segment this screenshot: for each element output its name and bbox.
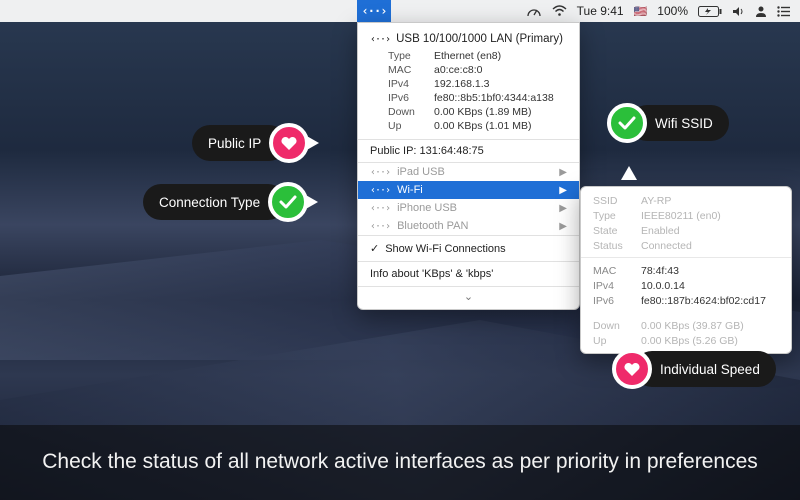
network-icon: ‹··› bbox=[370, 167, 390, 178]
network-monitor-menubar-icon[interactable]: ‹··› bbox=[357, 0, 391, 22]
desktop: ‹··› Tue 9:41 🇺🇸 100% bbox=[0, 0, 800, 500]
ethernet-icon: ‹··› bbox=[370, 34, 390, 45]
battery-icon[interactable] bbox=[698, 6, 722, 17]
detail-key: MAC bbox=[388, 64, 434, 76]
menubar-right: Tue 9:41 🇺🇸 100% bbox=[526, 4, 800, 18]
primary-interface-title: USB 10/100/1000 LAN (Primary) bbox=[396, 33, 563, 45]
detail-value: 0.00 KBps (1.89 MB) bbox=[434, 106, 567, 118]
interface-label: iPhone USB bbox=[397, 202, 457, 214]
detail-value: Ethernet (en8) bbox=[434, 50, 567, 62]
wifi-detail-row: TypeIEEE80211 (en0) bbox=[581, 208, 791, 223]
callout-connection-type: Connection Type bbox=[143, 184, 318, 220]
wifi-detail-row: StatusConnected bbox=[581, 238, 791, 253]
detail-value: 0.00 KBps (39.87 GB) bbox=[641, 320, 744, 332]
promo-caption: Check the status of all network active i… bbox=[0, 425, 800, 500]
detail-key: Type bbox=[593, 210, 641, 222]
wifi-detail-row: Down0.00 KBps (39.87 GB) bbox=[581, 318, 791, 333]
detail-key: State bbox=[593, 225, 641, 237]
detail-key: IPv6 bbox=[593, 295, 641, 307]
info-kbps-item[interactable]: Info about 'KBps' & 'kbps' bbox=[358, 262, 579, 286]
volume-icon[interactable] bbox=[732, 6, 745, 17]
detail-value: 0.00 KBps (1.01 MB) bbox=[434, 120, 567, 132]
interface-detail-row: TypeEthernet (en8) bbox=[358, 49, 579, 63]
keyboard-flag-icon[interactable]: 🇺🇸 bbox=[634, 5, 648, 18]
interface-item-wi-fi[interactable]: ‹··› Wi-Fi ▶ bbox=[358, 181, 579, 199]
detail-value: fe80::8b5:1bf0:4344:a138 bbox=[434, 92, 567, 104]
callout-public-ip: Public IP bbox=[192, 125, 319, 161]
interface-item-ipad-usb[interactable]: ‹··› iPad USB ▶ bbox=[358, 163, 579, 181]
detail-value: a0:ce:c8:0 bbox=[434, 64, 567, 76]
wifi-detail-row: StateEnabled bbox=[581, 223, 791, 238]
interface-detail-row: Down0.00 KBps (1.89 MB) bbox=[358, 105, 579, 119]
wifi-detail-row: IPv410.0.0.14 bbox=[581, 278, 791, 293]
network-icon: ‹··› bbox=[370, 185, 390, 196]
interface-detail-row: Up0.00 KBps (1.01 MB) bbox=[358, 119, 579, 133]
menubar: ‹··› Tue 9:41 🇺🇸 100% bbox=[0, 0, 800, 22]
heart-badge-icon bbox=[612, 349, 652, 389]
chevron-right-icon: ▶ bbox=[559, 203, 567, 214]
detail-key: IPv4 bbox=[593, 280, 641, 292]
battery-percent: 100% bbox=[657, 4, 688, 18]
chevron-right-icon: ▶ bbox=[559, 167, 567, 178]
public-ip-row[interactable]: Public IP: 131:64:48:75 bbox=[358, 140, 579, 162]
expand-menu-button[interactable]: ⌄ bbox=[358, 287, 579, 309]
heart-badge-icon bbox=[269, 123, 309, 163]
interface-detail-row: IPv4192.168.1.3 bbox=[358, 77, 579, 91]
callout-wifi-ssid: Wifi SSID bbox=[607, 105, 729, 141]
network-dropdown-menu: ‹··› USB 10/100/1000 LAN (Primary) TypeE… bbox=[357, 22, 580, 310]
wifi-detail-row: MAC78:4f:43 bbox=[581, 263, 791, 278]
detail-value: 10.0.0.14 bbox=[641, 280, 685, 292]
interface-item-iphone-usb[interactable]: ‹··› iPhone USB ▶ bbox=[358, 199, 579, 217]
detail-value: 0.00 KBps (5.26 GB) bbox=[641, 335, 738, 347]
detail-key: Up bbox=[388, 120, 434, 132]
check-badge-icon bbox=[607, 103, 647, 143]
callout-label: Connection Type bbox=[143, 184, 286, 220]
primary-interface-section: ‹··› USB 10/100/1000 LAN (Primary) TypeE… bbox=[358, 23, 579, 139]
detail-key: SSID bbox=[593, 195, 641, 207]
wifi-detail-row: Up0.00 KBps (5.26 GB) bbox=[581, 333, 791, 348]
detail-value: Enabled bbox=[641, 225, 680, 237]
detail-key: IPv6 bbox=[388, 92, 434, 104]
detail-key: IPv4 bbox=[388, 78, 434, 90]
chevron-right-icon: ▶ bbox=[559, 185, 567, 196]
primary-interface-header[interactable]: ‹··› USB 10/100/1000 LAN (Primary) bbox=[358, 29, 579, 49]
wifi-icon[interactable] bbox=[552, 5, 567, 17]
detail-value: Connected bbox=[641, 240, 692, 252]
list-icon[interactable] bbox=[777, 6, 790, 17]
detail-value: fe80::187b:4624:bf02:cd17 bbox=[641, 295, 766, 307]
interface-label: Wi-Fi bbox=[397, 184, 423, 196]
chevron-down-icon: ⌄ bbox=[464, 291, 473, 303]
wifi-detail-row: IPv6fe80::187b:4624:bf02:cd17 bbox=[581, 293, 791, 308]
wifi-detail-row: SSIDAY-RP bbox=[581, 193, 791, 208]
interface-label: iPad USB bbox=[397, 166, 445, 178]
interface-detail-row: IPv6fe80::8b5:1bf0:4344:a138 bbox=[358, 91, 579, 105]
network-icon: ‹··› bbox=[370, 203, 390, 214]
menubar-clock[interactable]: Tue 9:41 bbox=[577, 4, 624, 18]
detail-key: Up bbox=[593, 335, 641, 347]
speedometer-icon[interactable] bbox=[526, 5, 542, 17]
detail-key: Type bbox=[388, 50, 434, 62]
callout-individual-speed: Individual Speed bbox=[612, 351, 776, 387]
detail-value: 78:4f:43 bbox=[641, 265, 679, 277]
detail-value: AY-RP bbox=[641, 195, 671, 207]
detail-key: Down bbox=[388, 106, 434, 118]
detail-key: Status bbox=[593, 240, 641, 252]
interface-detail-row: MACa0:ce:c8:0 bbox=[358, 63, 579, 77]
callout-label: Individual Speed bbox=[634, 351, 776, 387]
user-icon[interactable] bbox=[755, 5, 767, 17]
detail-value: IEEE80211 (en0) bbox=[641, 210, 721, 222]
detail-key: MAC bbox=[593, 265, 641, 277]
callout-pointer-up-icon bbox=[626, 319, 642, 333]
show-wifi-connections-item[interactable]: Show Wi-Fi Connections bbox=[358, 236, 579, 261]
callout-pointer-down-icon bbox=[621, 166, 637, 180]
check-badge-icon bbox=[268, 182, 308, 222]
wifi-detail-submenu: SSIDAY-RPTypeIEEE80211 (en0)StateEnabled… bbox=[580, 186, 792, 354]
chevron-right-icon: ▶ bbox=[559, 221, 567, 232]
network-icon: ‹··› bbox=[370, 221, 390, 232]
interface-item-bluetooth-pan[interactable]: ‹··› Bluetooth PAN ▶ bbox=[358, 217, 579, 235]
interface-label: Bluetooth PAN bbox=[397, 220, 468, 232]
detail-value: 192.168.1.3 bbox=[434, 78, 567, 90]
